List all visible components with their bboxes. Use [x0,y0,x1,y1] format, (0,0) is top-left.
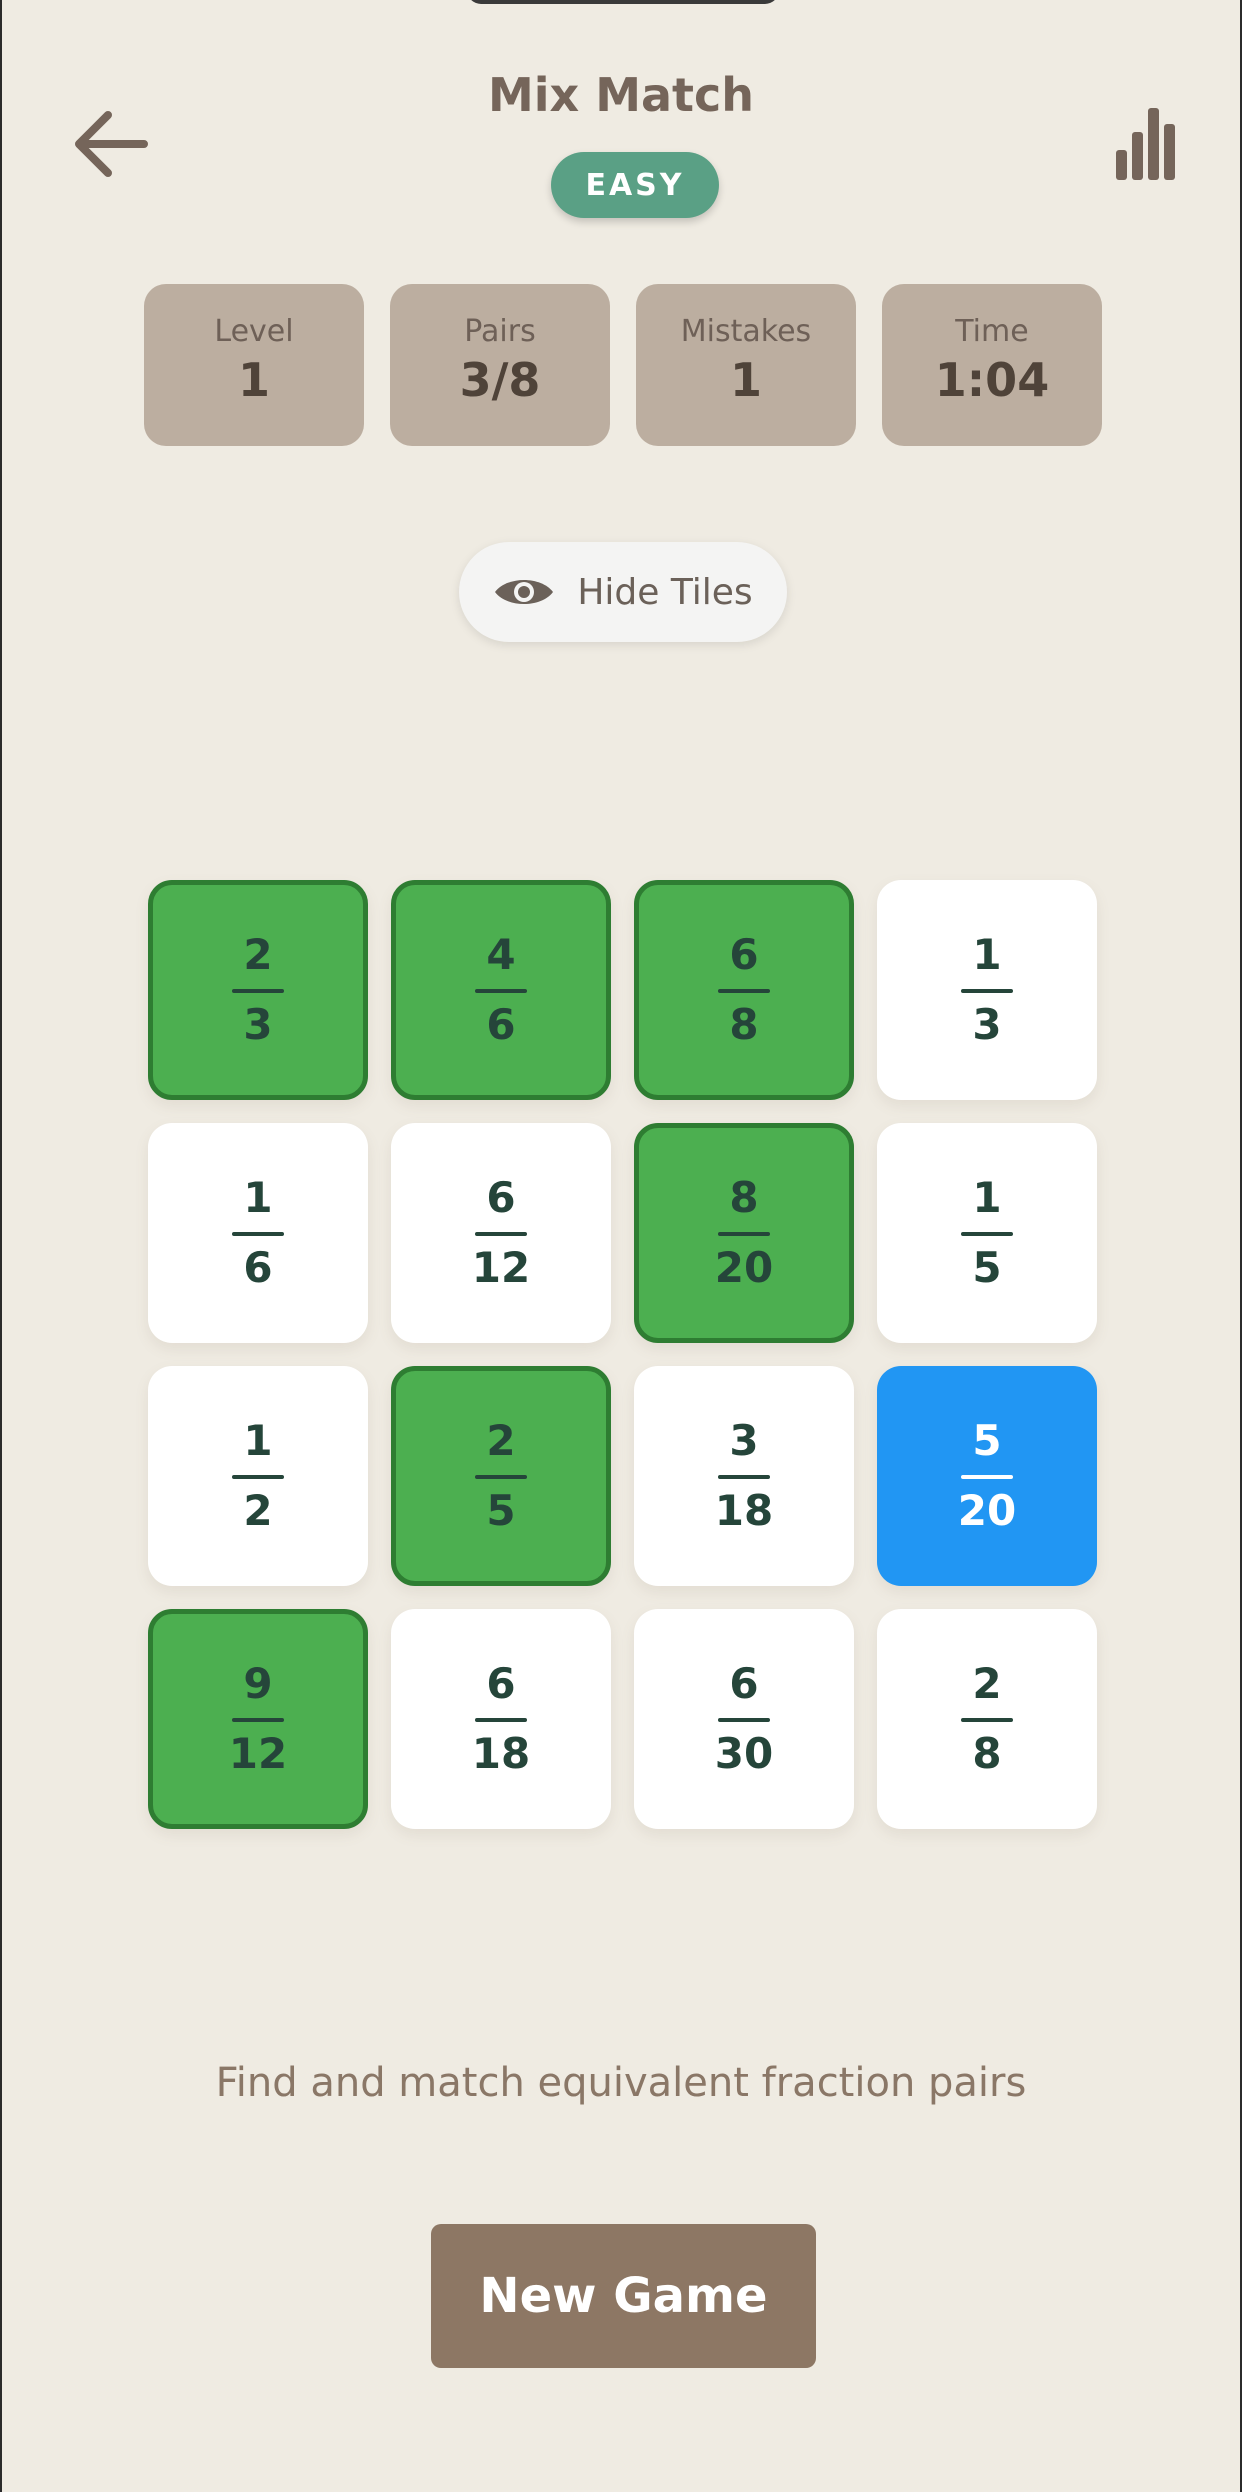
fraction-bar [232,1232,284,1236]
stat-value: 1 [237,353,270,407]
fraction-tile[interactable]: 6 30 [634,1609,854,1829]
fraction-tile[interactable]: 6 18 [391,1609,611,1829]
fraction-bar [961,1475,1013,1479]
hide-tiles-button[interactable]: Hide Tiles [459,542,787,642]
tile-denominator: 18 [471,1729,531,1778]
stats-button[interactable] [1106,100,1186,188]
fraction-tile[interactable]: 12 [148,1366,368,1586]
tile-denominator: 20 [714,1243,774,1292]
fraction-tile[interactable]: 13 [877,880,1097,1100]
fraction-tile[interactable]: 5 20 [877,1366,1097,1586]
tile-denominator: 3 [972,1000,1002,1049]
stat-value: 1 [729,353,762,407]
fraction-tile[interactable]: 23 [148,880,368,1100]
tile-numerator: 6 [729,930,759,979]
tile-denominator: 2 [243,1486,273,1535]
fraction-bar [718,989,770,993]
fraction-bar [475,1718,527,1722]
tile-numerator: 2 [972,1659,1002,1708]
device-notch [467,0,779,4]
fraction-tile[interactable]: 16 [148,1123,368,1343]
tile-numerator: 1 [243,1416,273,1465]
difficulty-badge: EASY [551,152,719,218]
new-game-button[interactable]: New Game [431,2224,816,2368]
tile-numerator: 1 [972,1173,1002,1222]
game-screen: Mix Match EASY Level 1 Pairs 3/8 Mistake… [0,0,1242,2492]
stat-time: Time 1:04 [882,284,1102,446]
tile-numerator: 4 [486,930,516,979]
fraction-bar [475,1475,527,1479]
fraction-bar [232,1475,284,1479]
fraction-bar [718,1718,770,1722]
stat-value: 3/8 [459,353,541,407]
fraction-tile[interactable]: 15 [877,1123,1097,1343]
tile-denominator: 12 [228,1729,288,1778]
stat-mistakes: Mistakes 1 [636,284,856,446]
fraction-tile[interactable]: 9 12 [148,1609,368,1829]
fraction-tile[interactable]: 3 18 [634,1366,854,1586]
stat-pairs: Pairs 3/8 [390,284,610,446]
tile-denominator: 5 [972,1243,1002,1292]
fraction-bar [961,1232,1013,1236]
tile-numerator: 2 [243,930,273,979]
tile-numerator: 2 [486,1416,516,1465]
stat-label: Time [955,314,1029,349]
tile-denominator: 6 [243,1243,273,1292]
tile-numerator: 6 [729,1659,759,1708]
tile-denominator: 12 [471,1243,531,1292]
stat-value: 1:04 [934,353,1050,407]
tile-denominator: 8 [972,1729,1002,1778]
fraction-bar [718,1232,770,1236]
tile-numerator: 3 [729,1416,759,1465]
fraction-bar [475,989,527,993]
eye-icon [493,572,557,612]
tile-denominator: 20 [957,1486,1017,1535]
fraction-bar [718,1475,770,1479]
tile-numerator: 1 [972,930,1002,979]
tile-denominator: 6 [486,1000,516,1049]
page-title: Mix Match [487,68,755,122]
tile-numerator: 6 [486,1659,516,1708]
bar-chart-icon [1116,108,1175,180]
instructions-text: Find and match equivalent fraction pairs [215,2060,1027,2106]
stat-label: Level [214,314,294,349]
fraction-tile[interactable]: 8 20 [634,1123,854,1343]
hide-tiles-label: Hide Tiles [577,571,753,613]
tile-numerator: 5 [972,1416,1002,1465]
tile-denominator: 30 [714,1729,774,1778]
tile-numerator: 9 [243,1659,273,1708]
tile-denominator: 5 [486,1486,516,1535]
fraction-bar [961,1718,1013,1722]
fraction-tile[interactable]: 25 [391,1366,611,1586]
fraction-tile[interactable]: 68 [634,880,854,1100]
tile-denominator: 8 [729,1000,759,1049]
fraction-tile[interactable]: 46 [391,880,611,1100]
tile-numerator: 1 [243,1173,273,1222]
stat-label: Mistakes [680,314,812,349]
tile-numerator: 8 [729,1173,759,1222]
tile-denominator: 3 [243,1000,273,1049]
fraction-bar [961,989,1013,993]
fraction-bar [475,1232,527,1236]
fraction-bar [232,989,284,993]
fraction-tile[interactable]: 6 12 [391,1123,611,1343]
fraction-tile[interactable]: 28 [877,1609,1097,1829]
stat-level: Level 1 [144,284,364,446]
tile-numerator: 6 [486,1173,516,1222]
fraction-bar [232,1718,284,1722]
stat-label: Pairs [464,314,536,349]
tile-denominator: 18 [714,1486,774,1535]
